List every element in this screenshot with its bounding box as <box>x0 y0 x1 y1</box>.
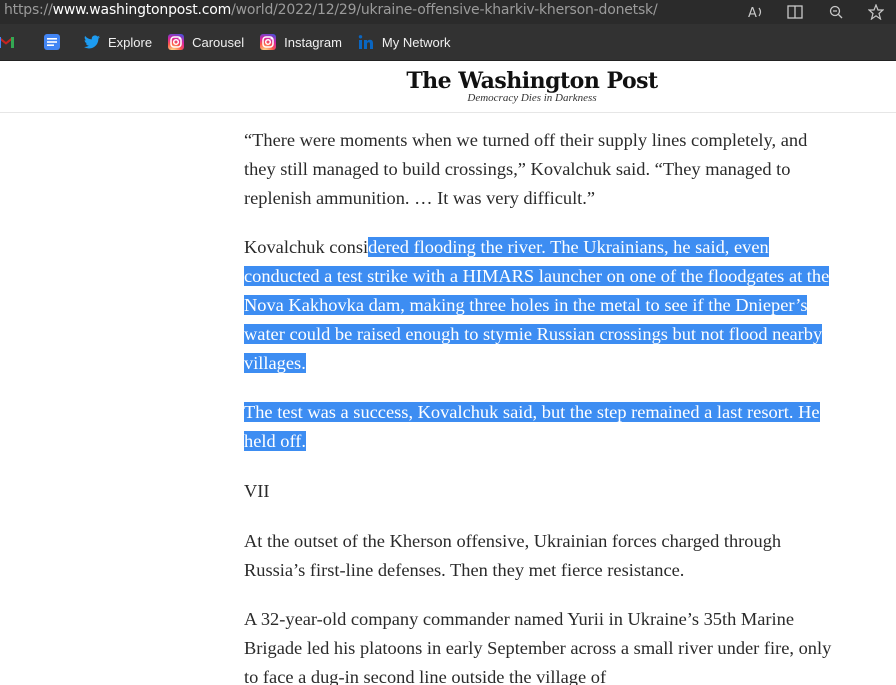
bookmark-label: My Network <box>381 34 451 50</box>
article-paragraph: At the outset of the Kherson offensive, … <box>244 530 782 580</box>
article-paragraph: Kovalchuk considered flooding the river.… <box>244 233 834 377</box>
paragraph-text: Kovalchuk consi <box>244 237 369 258</box>
bookmark-explore[interactable]: Explore <box>84 28 152 56</box>
bookmark-carousel[interactable]: Carousel <box>168 28 244 56</box>
svg-text:A: A <box>748 6 757 19</box>
linkedin-icon <box>358 34 374 50</box>
article-paragraph: “There were moments when we turned off t… <box>244 130 808 208</box>
address-bar[interactable]: https://www.washingtonpost.com/world/202… <box>0 0 896 24</box>
zoom-icon[interactable] <box>816 0 856 24</box>
article-paragraph: A 32-year-old company commander named Yu… <box>244 609 832 685</box>
article-paragraph: The test was a success, Kovalchuk said, … <box>244 398 834 456</box>
section-heading: VII <box>244 480 270 501</box>
bookmark-label: Carousel <box>192 34 245 50</box>
gmail-icon <box>0 34 14 50</box>
selected-text: The test was a success, Kovalchuk said, … <box>244 402 820 452</box>
favorite-star-icon[interactable] <box>856 0 896 24</box>
bookmark-my-network[interactable]: My Network <box>358 28 451 56</box>
selected-text: dered flooding the river. The Ukrainians… <box>244 237 830 373</box>
docs-icon <box>44 34 60 50</box>
url-prefix: https:// <box>4 2 53 18</box>
article-body: “There were moments when we turned off t… <box>244 126 834 685</box>
bookmark-label: Explore <box>108 34 153 50</box>
url-path: /world/2022/12/29/ukraine-offensive-khar… <box>231 2 658 18</box>
site-title: The Washington Post <box>406 68 658 94</box>
bookmark-docs[interactable] <box>44 28 68 56</box>
address-bar-actions: A <box>736 0 896 24</box>
instagram-icon <box>260 34 277 50</box>
split-screen-icon[interactable] <box>776 0 816 24</box>
url-host: www.washingtonpost.com <box>52 2 232 18</box>
bookmark-gmail[interactable] <box>0 28 28 56</box>
instagram-icon <box>168 34 185 50</box>
read-aloud-icon[interactable]: A <box>736 0 776 24</box>
bookmark-instagram[interactable]: Instagram <box>260 28 342 56</box>
site-header: The Washington Post Democracy Dies in Da… <box>0 61 896 113</box>
bookmarks-bar: Explore Carousel Instagram My Network <box>0 24 896 61</box>
twitter-icon <box>84 34 100 50</box>
site-logo[interactable]: The Washington Post Democracy Dies in Da… <box>0 68 896 104</box>
site-tagline: Democracy Dies in Darkness <box>467 92 597 104</box>
bookmark-label: Instagram <box>284 34 342 50</box>
url-text[interactable]: https://www.washingtonpost.com/world/202… <box>4 1 658 19</box>
